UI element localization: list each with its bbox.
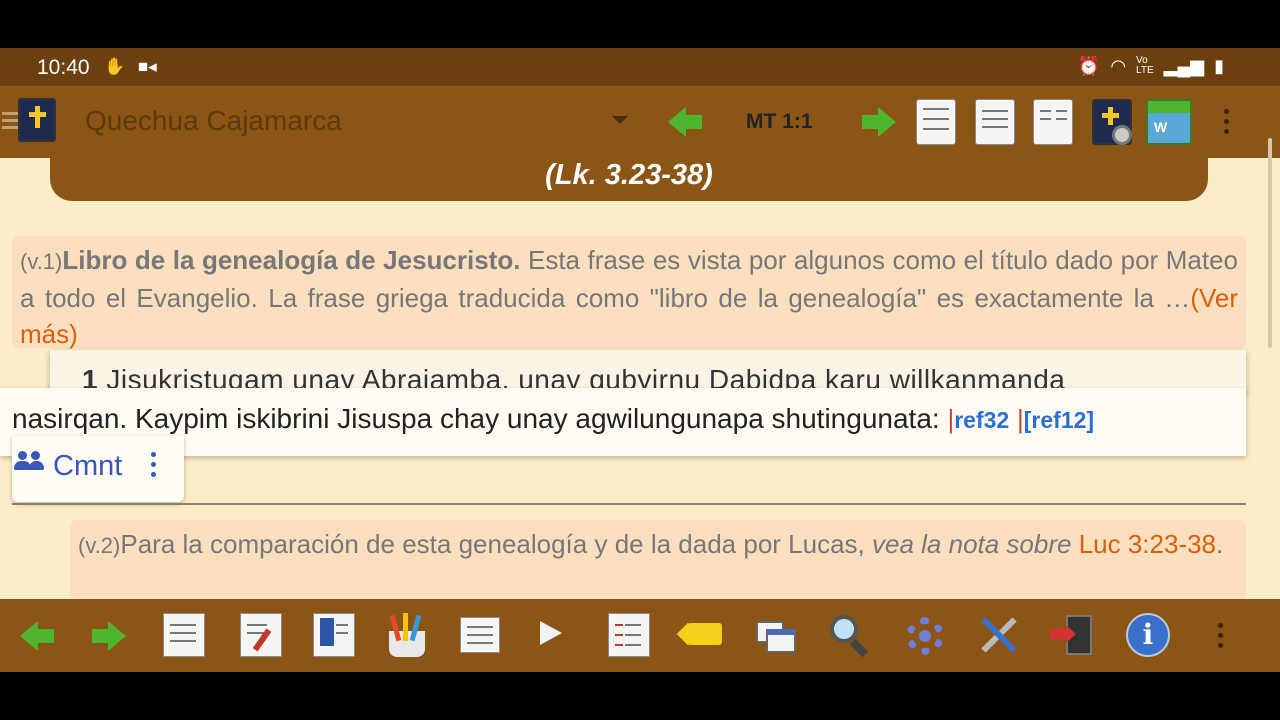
bookmark-icon[interactable] xyxy=(313,613,355,657)
play-icon[interactable] xyxy=(540,621,582,665)
note-end: . xyxy=(1216,529,1224,559)
section-heading-banner: (Lk. 3.23-38) xyxy=(50,158,1208,201)
search-icon[interactable] xyxy=(828,613,870,658)
back-arrow-icon[interactable] xyxy=(20,621,56,651)
ref-link-12[interactable]: [ref12] xyxy=(1024,407,1094,433)
note-italic: vea la nota sobre xyxy=(872,529,1072,559)
note-verse-tag: (v.2) xyxy=(78,533,121,558)
note-heading: Libro de la genealogía de Jesucristo. xyxy=(62,245,521,275)
exit-icon[interactable] xyxy=(1050,613,1092,657)
status-time: 10:40 xyxy=(37,56,90,79)
more-icon[interactable] xyxy=(1224,109,1230,139)
signal-icon: ▂▄▆ xyxy=(1163,56,1205,76)
wiki-icon[interactable]: W xyxy=(1146,99,1192,145)
add-settings-icon[interactable] xyxy=(1092,99,1132,145)
verse-strip[interactable]: nasirqan. Kaypim iskibrini Jisuspa chay … xyxy=(0,388,1246,456)
verse-line-2: nasirqan. Kaypim iskibrini Jisuspa chay … xyxy=(12,403,1094,435)
windows-icon[interactable] xyxy=(754,613,796,657)
top-toolbar: Quechua Cajamarca MT 1:1 W xyxy=(0,86,1280,158)
forward-arrow-icon[interactable] xyxy=(862,107,898,137)
list-icon[interactable] xyxy=(608,613,650,657)
parallel-view-icon[interactable] xyxy=(1033,99,1073,145)
copy-icon[interactable] xyxy=(163,613,205,657)
tag-icon[interactable] xyxy=(676,622,722,647)
note-verse-tag: (v.1) xyxy=(20,249,63,274)
wifi-icon: ◠ xyxy=(1110,56,1127,76)
highlight-icon[interactable] xyxy=(385,613,427,657)
bottom-toolbar: i xyxy=(0,599,1280,672)
cross-ref-link[interactable]: Luc 3:23-38 xyxy=(1071,529,1216,559)
camera-icon: ■◂ xyxy=(137,57,157,76)
scrollbar[interactable] xyxy=(1268,138,1272,348)
comment-menu: Cmnt xyxy=(12,436,184,502)
lte-icon: Vo LTE xyxy=(1136,55,1154,76)
alarm-icon: ⏰ xyxy=(1077,56,1101,76)
status-right-icons: ⏰ ◠ Vo LTE ▂▄▆ ▮ xyxy=(1078,56,1224,77)
comment-more-icon[interactable] xyxy=(151,452,157,482)
settings-gear-icon[interactable] xyxy=(902,613,944,657)
comment-button[interactable]: Cmnt xyxy=(53,450,122,483)
battery-icon: ▮ xyxy=(1214,56,1224,76)
status-left-icons: ✋ ■◂ xyxy=(104,57,157,77)
ref-link-32[interactable]: ref32 xyxy=(954,407,1009,433)
status-bar: 10:40 ✋ ■◂ ⏰ ◠ Vo LTE ▂▄▆ ▮ xyxy=(0,48,1280,86)
reading-plan-icon[interactable] xyxy=(916,99,956,145)
study-note-1[interactable]: (v.1)Libro de la genealogía de Jesucrist… xyxy=(12,236,1246,349)
hand-icon: ✋ xyxy=(104,57,126,76)
edit-note-icon[interactable] xyxy=(240,613,282,657)
divider xyxy=(12,503,1246,505)
bible-selector[interactable]: Quechua Cajamarca xyxy=(85,105,342,137)
tools-icon[interactable] xyxy=(978,613,1020,657)
info-icon[interactable]: i xyxy=(1126,613,1170,657)
back-arrow-icon[interactable] xyxy=(668,107,704,137)
verse-text-2: nasirqan. Kaypim iskibrini Jisuspa chay … xyxy=(12,403,940,434)
linked-notes-icon[interactable] xyxy=(975,99,1015,145)
forward-arrow-icon[interactable] xyxy=(92,621,128,651)
note-body: Para la comparación de esta genealogía y… xyxy=(120,529,872,559)
menu-icon[interactable] xyxy=(2,112,18,133)
people-icon[interactable] xyxy=(14,451,44,473)
section-heading: (Lk. 3.23-38) xyxy=(545,159,713,191)
app-screen: 10:40 ✋ ■◂ ⏰ ◠ Vo LTE ▂▄▆ ▮ Quechua Cajam… xyxy=(0,48,1280,672)
journal-icon[interactable] xyxy=(460,617,500,653)
ref-separator: | xyxy=(1017,404,1024,434)
more-icon[interactable] xyxy=(1218,623,1224,653)
chevron-down-icon[interactable] xyxy=(612,116,628,124)
bible-app-icon[interactable] xyxy=(18,98,56,142)
study-note-2[interactable]: (v.2)Para la comparación de esta genealo… xyxy=(70,520,1246,600)
reference-label[interactable]: MT 1:1 xyxy=(746,110,813,134)
